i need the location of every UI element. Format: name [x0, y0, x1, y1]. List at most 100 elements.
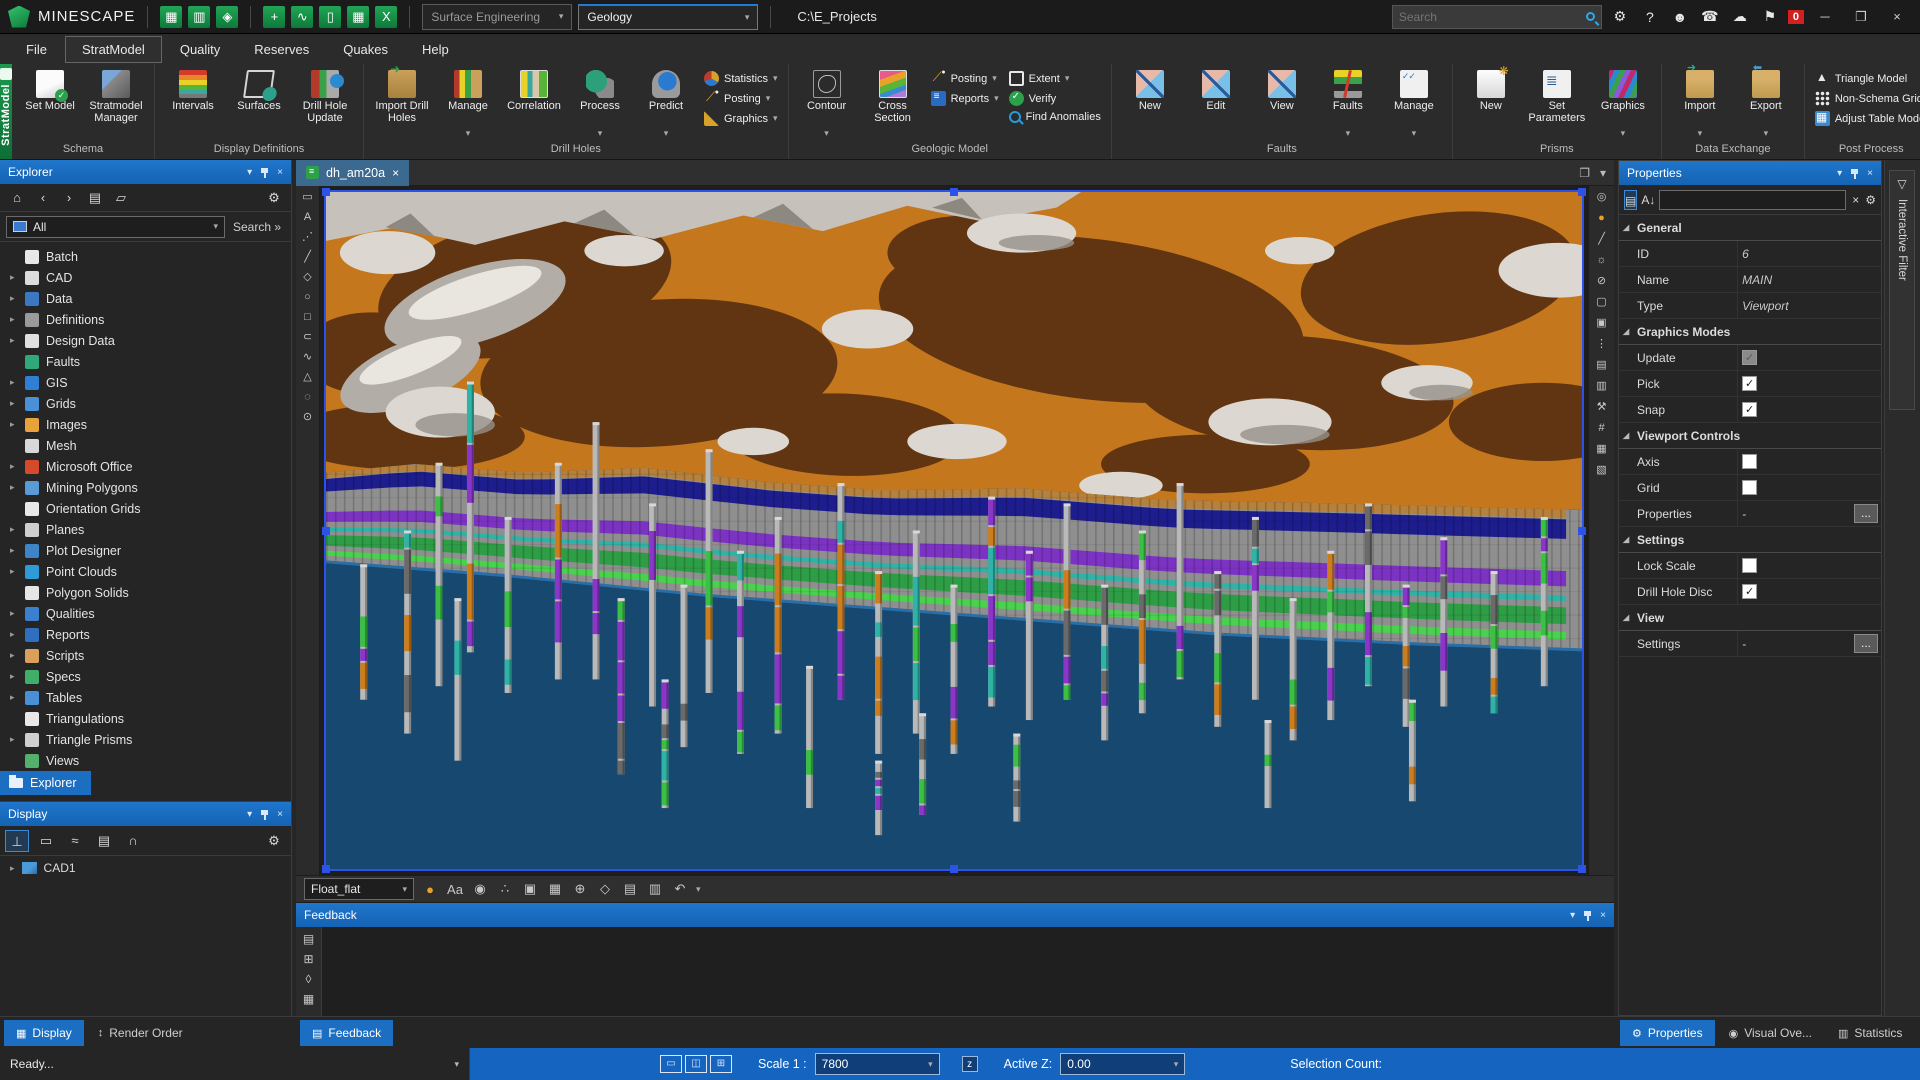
section-collapse-icon[interactable]: ◢: [1623, 613, 1629, 622]
checkbox[interactable]: [1742, 376, 1757, 391]
explorer-toolbar-icon[interactable]: ▱: [110, 188, 132, 208]
set-model-button[interactable]: Set Model: [18, 68, 82, 126]
tree-item[interactable]: ▸ Triangulations: [0, 708, 291, 729]
property-row[interactable]: ◢ ID 6 ...: [1619, 241, 1881, 267]
expand-arrow-icon[interactable]: ▸: [10, 671, 18, 682]
intervals-button[interactable]: Intervals: [161, 68, 225, 126]
pin-icon[interactable]: [260, 810, 269, 819]
expand-arrow-icon[interactable]: ▸: [10, 293, 18, 304]
tree-item[interactable]: ▸ Microsoft Office: [0, 456, 291, 477]
view-tool-icon[interactable]: ▧: [1593, 462, 1611, 479]
tree-item[interactable]: ▸ CAD: [0, 267, 291, 288]
property-row[interactable]: ◢ General ...: [1619, 215, 1881, 241]
property-row[interactable]: ◢ Grid ...: [1619, 475, 1881, 501]
app-toolbar-icon[interactable]: +: [263, 6, 285, 28]
selection-handle[interactable]: [950, 188, 958, 196]
display-toolbar-icon[interactable]: ▭: [34, 830, 58, 852]
property-row[interactable]: ◢ Name MAIN ...: [1619, 267, 1881, 293]
search-icon[interactable]: [1586, 12, 1595, 21]
view-tool-icon[interactable]: ⋮: [1593, 336, 1611, 353]
expand-arrow-icon[interactable]: ▸: [10, 734, 18, 745]
expand-arrow-icon[interactable]: ▸: [10, 482, 18, 493]
draw-tool-icon[interactable]: ⊙: [299, 409, 317, 426]
expand-arrow-icon[interactable]: ▸: [10, 461, 18, 472]
system-icon[interactable]: ⚙: [1608, 8, 1632, 25]
properties-filter-input[interactable]: [1659, 190, 1846, 210]
search-input[interactable]: [1399, 10, 1580, 24]
app-toolbar-icon[interactable]: ◈: [216, 6, 238, 28]
menu-item[interactable]: Quality: [164, 37, 236, 62]
view-tool-icon[interactable]: ◎: [1593, 189, 1611, 206]
system-icon[interactable]: ☻: [1668, 9, 1692, 25]
triangle-model-button[interactable]: Triangle Model: [1815, 71, 1920, 86]
tree-item[interactable]: ▸ Scripts: [0, 645, 291, 666]
module-combo[interactable]: Surface Engineering ▾: [422, 4, 572, 30]
pin-icon[interactable]: [1583, 911, 1592, 920]
viewport-toolbar-icon[interactable]: Aa: [446, 882, 464, 897]
graphics-button[interactable]: Graphics▾: [704, 111, 778, 126]
expand-arrow-icon[interactable]: ▸: [10, 272, 18, 283]
section-collapse-icon[interactable]: ◢: [1623, 223, 1629, 232]
chevron-down-icon[interactable]: ▾: [696, 884, 701, 895]
dock-tab[interactable]: ▥Statistics: [1826, 1020, 1914, 1046]
display-definition-combo[interactable]: Float_flat ▾: [304, 878, 414, 900]
tree-item[interactable]: ▸ Views: [0, 750, 291, 771]
section-collapse-icon[interactable]: ◢: [1623, 535, 1629, 544]
ellipsis-button[interactable]: ...: [1854, 504, 1878, 523]
draw-tool-icon[interactable]: ▭: [299, 189, 317, 206]
tree-item[interactable]: ▸ Specs: [0, 666, 291, 687]
system-icon[interactable]: ☁: [1728, 8, 1752, 25]
menu-item[interactable]: Help: [406, 37, 465, 62]
property-row[interactable]: ◢ Settings ...: [1619, 527, 1881, 553]
view-tool-icon[interactable]: #: [1593, 420, 1611, 437]
draw-tool-icon[interactable]: ⊂: [299, 329, 317, 346]
view-tool-icon[interactable]: ▤: [1593, 357, 1611, 374]
display-tree-item[interactable]: ▸ CAD1: [0, 856, 291, 880]
explorer-filter-combo[interactable]: All ▾: [6, 216, 225, 238]
dock-tab[interactable]: ▦Display: [4, 1020, 84, 1046]
viewport-toolbar-icon[interactable]: ▣: [521, 881, 539, 897]
expand-arrow-icon[interactable]: ▸: [10, 692, 18, 703]
fault-manage-button[interactable]: Manage▾: [1382, 68, 1446, 139]
section-collapse-icon[interactable]: ◢: [1623, 327, 1629, 336]
scale-combo[interactable]: 7800 ▾: [815, 1053, 940, 1075]
tree-item[interactable]: ▸ Definitions: [0, 309, 291, 330]
expand-arrow-icon[interactable]: ▸: [10, 524, 18, 535]
selection-handle[interactable]: [322, 188, 330, 196]
manage-drill-holes-button[interactable]: Manage▾: [436, 68, 500, 139]
viewport-toolbar-icon[interactable]: ▦: [546, 881, 564, 897]
expand-arrow-icon[interactable]: ▸: [10, 608, 18, 619]
app-toolbar-icon[interactable]: ▥: [188, 6, 210, 28]
expand-arrow-icon[interactable]: ▸: [10, 863, 15, 874]
notification-badge[interactable]: 0: [1788, 10, 1804, 24]
app-toolbar-icon[interactable]: X: [375, 6, 397, 28]
active-z-icon[interactable]: z: [962, 1056, 978, 1072]
process-button[interactable]: Process▾: [568, 68, 632, 139]
property-row[interactable]: ◢ Pick ...: [1619, 371, 1881, 397]
close-icon[interactable]: ×: [392, 166, 399, 180]
chevron-down-icon[interactable]: ▾: [247, 809, 252, 820]
property-row[interactable]: ◢ Update ...: [1619, 345, 1881, 371]
posting-button[interactable]: Posting▾: [704, 91, 778, 106]
document-tab[interactable]: dh_am20a ×: [296, 160, 409, 186]
tree-item[interactable]: ▸ Qualities: [0, 603, 291, 624]
pin-icon[interactable]: [1850, 169, 1859, 178]
draw-tool-icon[interactable]: □: [299, 309, 317, 326]
split-window-icon[interactable]: ❐: [1579, 166, 1590, 180]
explorer-toolbar-icon[interactable]: ‹: [32, 188, 54, 208]
checkbox[interactable]: [1742, 454, 1757, 469]
cross-section-button[interactable]: Cross Section: [861, 68, 925, 126]
draw-tool-icon[interactable]: △: [299, 369, 317, 386]
selection-handle[interactable]: [1578, 865, 1586, 873]
chevron-down-icon[interactable]: ▾: [1837, 168, 1842, 179]
import-button[interactable]: Import▾: [1668, 68, 1732, 139]
explorer-toolbar-icon[interactable]: ›: [58, 188, 80, 208]
explorer-header[interactable]: Explorer ▾ ×: [0, 160, 291, 184]
tree-item[interactable]: ▸ Tables: [0, 687, 291, 708]
tree-item[interactable]: ▸ Mining Polygons: [0, 477, 291, 498]
app-toolbar-icon[interactable]: ∿: [291, 6, 313, 28]
expand-arrow-icon[interactable]: ▸: [10, 419, 18, 430]
draw-tool-icon[interactable]: ╱: [299, 249, 317, 266]
draw-tool-icon[interactable]: ∿: [299, 349, 317, 366]
chevron-down-icon[interactable]: ▾: [454, 1059, 459, 1070]
